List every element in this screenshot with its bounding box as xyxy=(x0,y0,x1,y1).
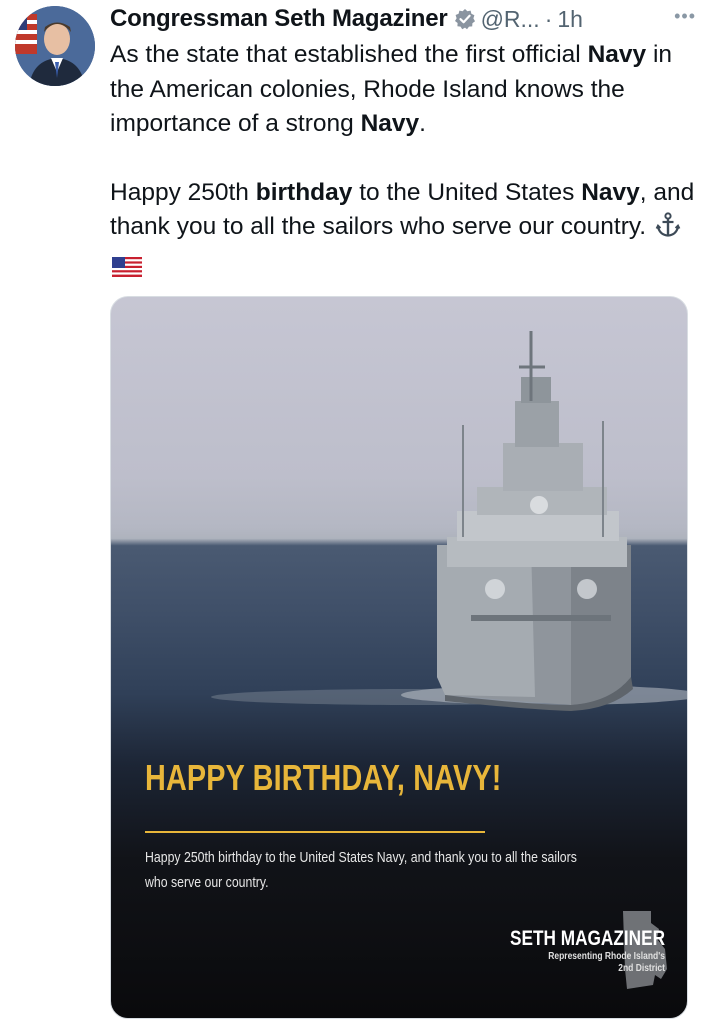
tweet-paragraph-2: Happy 250th birthday to the United State… xyxy=(110,176,695,288)
bold-term: birthday xyxy=(255,178,353,206)
verified-badge-icon xyxy=(454,8,476,30)
tweet-header: Congressman Seth Magaziner @R... · 1h xyxy=(110,2,695,36)
signature-name: SETH MAGAZINER xyxy=(510,927,665,950)
more-icon[interactable]: ••• xyxy=(674,6,696,27)
text-span: As the state that established the first … xyxy=(110,41,588,68)
tweet-text: As the state that established the first … xyxy=(110,38,695,287)
author-handle[interactable]: @R... xyxy=(481,6,540,33)
separator-dot: · xyxy=(544,5,553,32)
us-flag-icon xyxy=(112,253,142,288)
signature-block: SETH MAGAZINER Representing Rhode Island… xyxy=(476,927,665,975)
tweet-media-image[interactable]: HAPPY BIRTHDAY, NAVY! Happy 250th birthd… xyxy=(110,296,688,1019)
media-divider xyxy=(145,831,485,833)
text-span: Happy 250th xyxy=(110,178,256,206)
author-name[interactable]: Congressman Seth Magaziner xyxy=(110,5,448,33)
signature-line-1: Representing Rhode Island's xyxy=(548,951,665,962)
bold-term: Navy xyxy=(360,110,420,137)
media-title: HAPPY BIRTHDAY, NAVY! xyxy=(145,757,502,798)
bold-term: Navy xyxy=(581,178,640,206)
media-body-text: Happy 250th birthday to the United State… xyxy=(145,849,577,891)
bold-term: Navy xyxy=(587,41,647,68)
avatar[interactable] xyxy=(15,6,95,86)
ship-photo xyxy=(211,331,687,711)
tweet-paragraph-1: As the state that established the first … xyxy=(110,38,695,142)
anchor-icon xyxy=(655,212,681,249)
signature-line-2: 2nd District xyxy=(618,963,665,974)
text-span: to the United States xyxy=(352,178,582,206)
timestamp[interactable]: 1h xyxy=(557,6,583,33)
text-span: . xyxy=(419,110,426,137)
